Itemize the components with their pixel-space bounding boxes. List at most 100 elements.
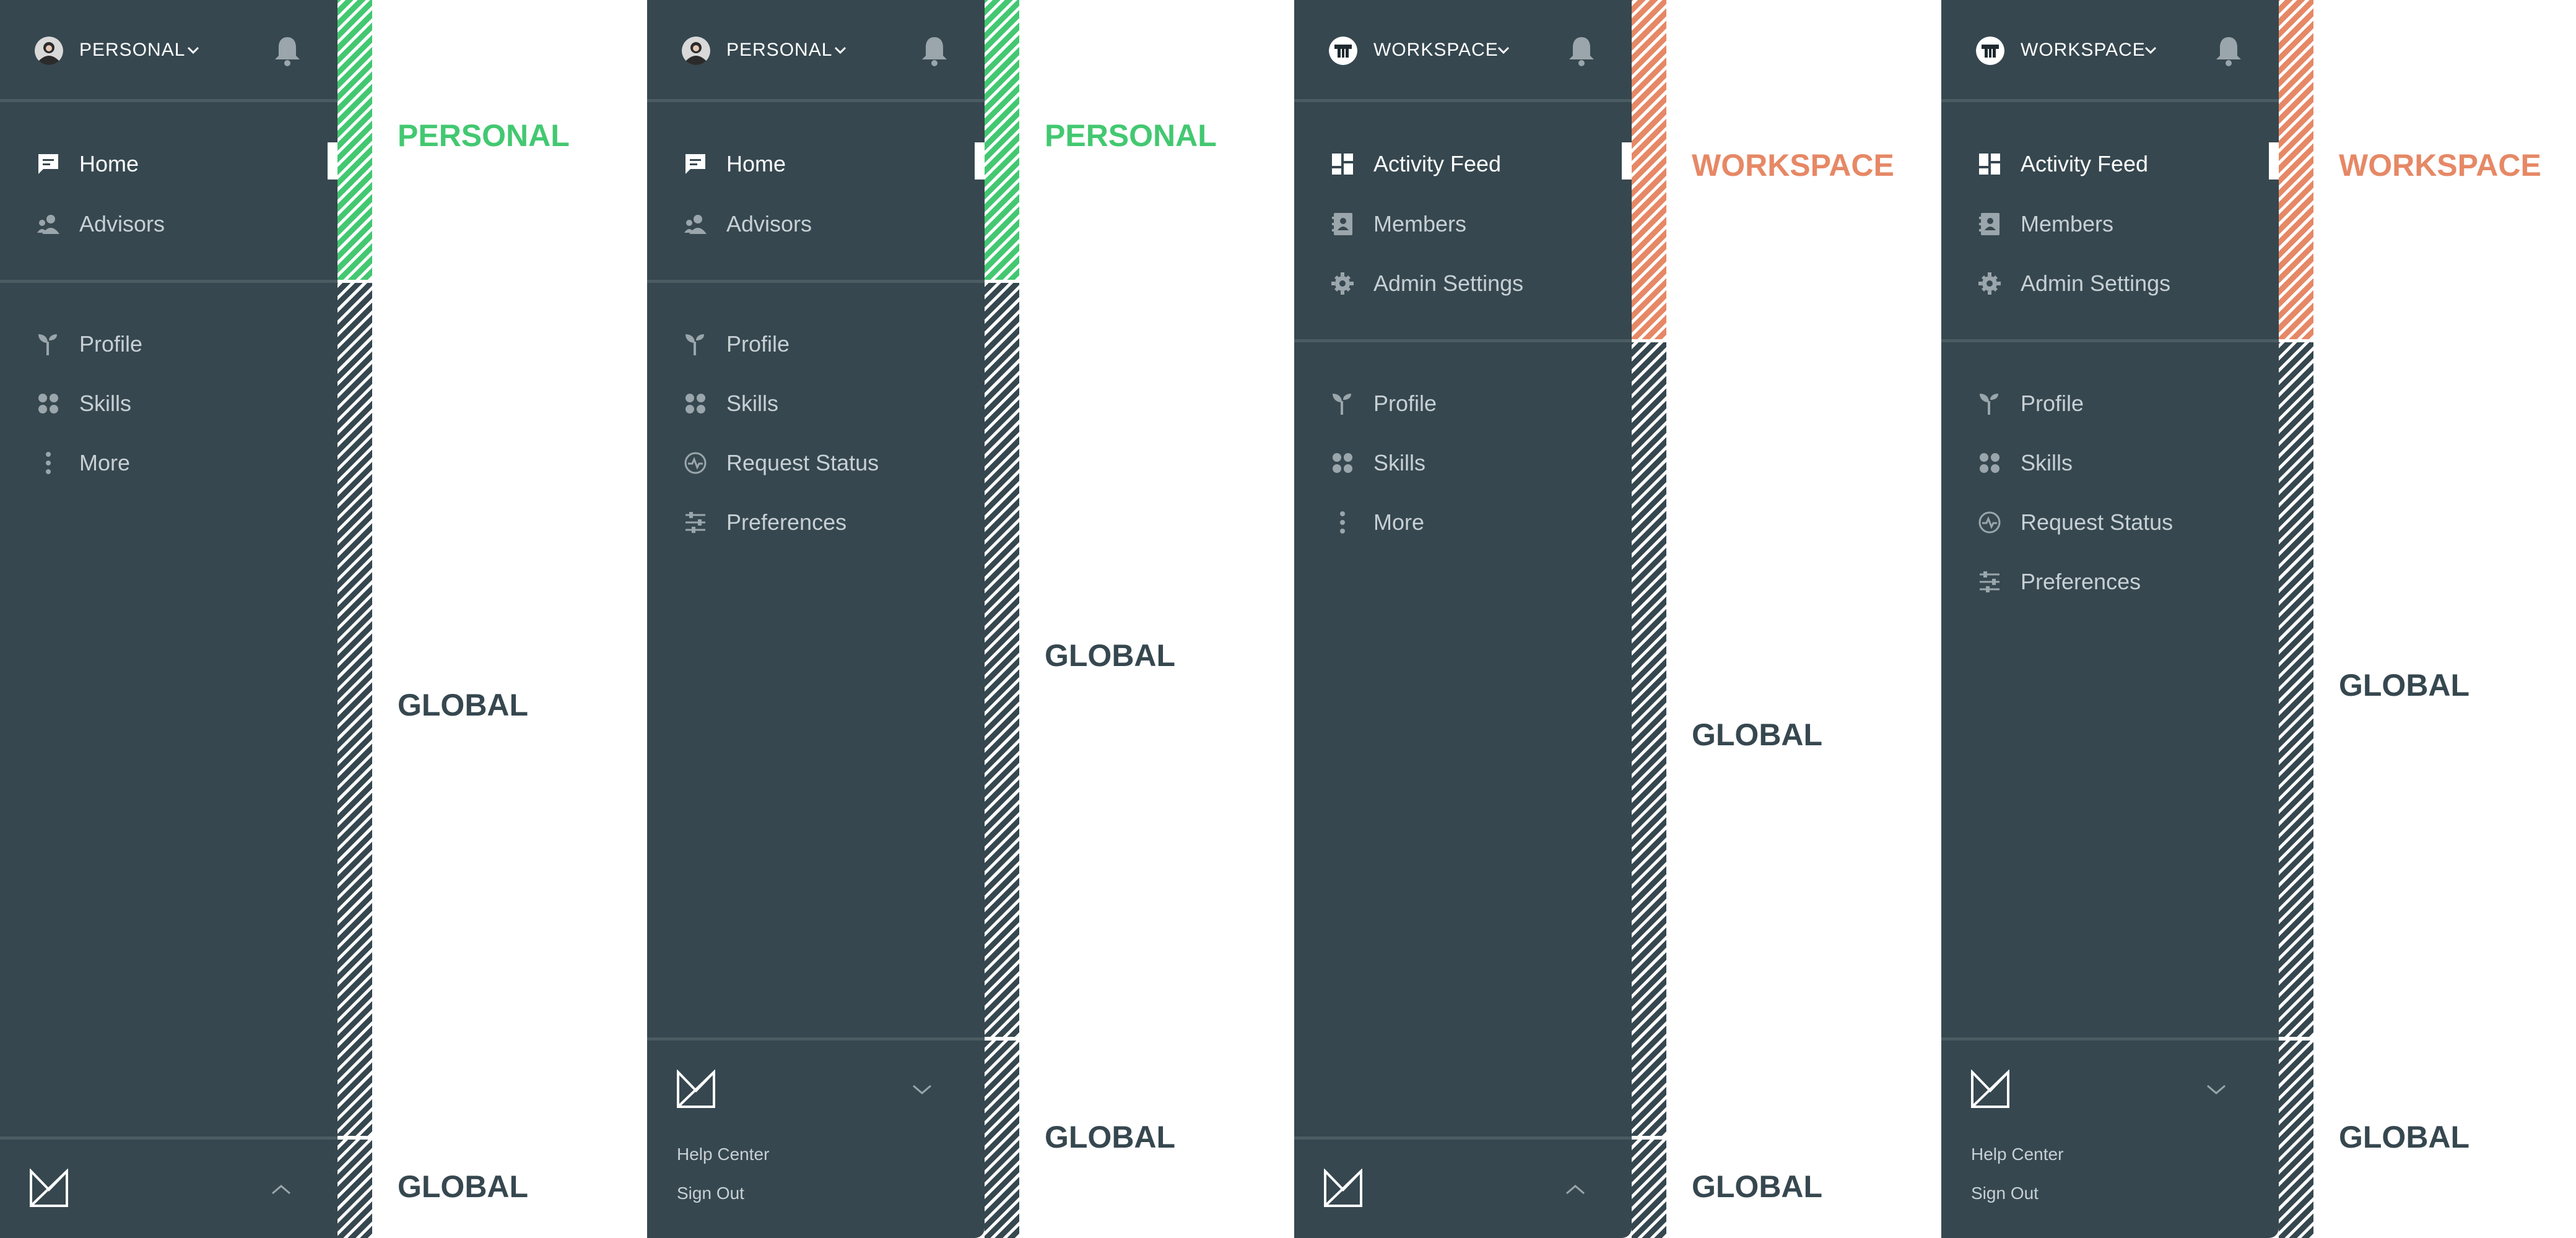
help-center-link[interactable]: Help Center (677, 1142, 769, 1167)
chevron-up-icon[interactable] (1564, 1182, 1586, 1197)
nav-item-skills[interactable]: Skills (1941, 438, 2279, 482)
nav-item-members[interactable]: Members (1941, 199, 2279, 243)
nav-item-admin-settings[interactable]: Admin Settings (1294, 259, 1632, 302)
chevron-up-icon[interactable] (270, 1182, 292, 1197)
context-switcher-label[interactable]: PERSONAL (726, 36, 832, 64)
nav-item-request-status[interactable]: Request Status (647, 438, 985, 482)
grid-icon (1977, 451, 2002, 475)
section-divider (0, 280, 337, 283)
nav-item-advisors[interactable]: Advisors (647, 199, 985, 243)
nav-item-label: Skills (1373, 450, 1426, 475)
context-switcher-label[interactable]: WORKSPACE (2021, 36, 2146, 64)
nav-item-request-status[interactable]: Request Status (1941, 498, 2279, 541)
nav-item-label: Profile (79, 331, 143, 357)
sliders-icon (1977, 569, 2002, 594)
nav-item-label: Request Status (726, 450, 879, 475)
nav-item-profile[interactable]: Profile (0, 319, 337, 363)
nav-item-preferences[interactable]: Preferences (1941, 557, 2279, 600)
active-indicator (328, 142, 337, 180)
panel-personal-expanded: PERSONAL Home Advisors Profile Skills Re… (647, 0, 1294, 1238)
chevron-down-icon[interactable] (1496, 43, 1511, 58)
gear-icon (1977, 271, 2002, 296)
sidebar-header: PERSONAL (647, 0, 985, 102)
footer-divider (1294, 1136, 1632, 1140)
nav-item-home[interactable]: Home (0, 139, 337, 183)
nav-item-profile[interactable]: Profile (647, 319, 985, 363)
nav-item-preferences[interactable]: Preferences (647, 498, 985, 541)
nav-item-profile[interactable]: Profile (1294, 379, 1632, 422)
activity-icon (683, 451, 708, 475)
sidebar-header: WORKSPACE (1941, 0, 2279, 102)
sprout-icon (1330, 391, 1355, 416)
contacts-icon (1330, 212, 1355, 236)
sidebar-header: PERSONAL (0, 0, 337, 102)
brand-logo-icon (1323, 1169, 1364, 1208)
panel-workspace-collapsed: WORKSPACE Activity Feed Members Admin Se… (1294, 0, 1941, 1238)
zone-label-middle: GLOBAL (2339, 668, 2470, 703)
bell-icon[interactable] (272, 35, 302, 67)
people-icon (683, 212, 708, 236)
help-center-link[interactable]: Help Center (1971, 1142, 2063, 1167)
brand-logo-icon (1970, 1070, 2011, 1109)
panel-personal-collapsed: PERSONAL Home Advisors Profile Skills Mo… (0, 0, 647, 1238)
user-avatar[interactable] (35, 37, 63, 65)
personal-zone-stripe (985, 0, 1019, 280)
nav-item-skills[interactable]: Skills (1294, 438, 1632, 482)
nav-item-advisors[interactable]: Advisors (0, 199, 337, 243)
nav-item-skills[interactable]: Skills (647, 379, 985, 422)
nav-item-label: Skills (2021, 450, 2073, 475)
sign-out-link[interactable]: Sign Out (1971, 1181, 2039, 1206)
nav-item-activity-feed[interactable]: Activity Feed (1294, 139, 1632, 183)
zone-label-top: WORKSPACE (1692, 148, 1894, 183)
context-switcher-label[interactable]: PERSONAL (79, 36, 185, 64)
grid-icon (683, 391, 708, 416)
nav-item-home[interactable]: Home (647, 139, 985, 183)
section-divider (647, 280, 985, 283)
workspace-logo-icon[interactable] (1976, 37, 2004, 65)
chevron-down-icon[interactable] (911, 1082, 933, 1097)
chevron-down-icon[interactable] (186, 43, 201, 58)
nav-item-profile[interactable]: Profile (1941, 379, 2279, 422)
chat-icon (36, 152, 61, 176)
nav-item-label: Preferences (2021, 569, 2141, 594)
nav-item-label: Advisors (79, 211, 165, 236)
global-zone-stripe (1632, 342, 1666, 1136)
nav-item-label: More (79, 450, 131, 475)
zone-label-middle: GLOBAL (1692, 717, 1823, 752)
chevron-down-icon[interactable] (2205, 1082, 2227, 1097)
global-zone-stripe (2279, 342, 2313, 1037)
panel-workspace-expanded: WORKSPACE Activity Feed Members Admin Se… (1941, 0, 2576, 1238)
workspace-logo-icon[interactable] (1329, 37, 1357, 65)
nav-item-label: Preferences (726, 509, 847, 535)
nav-item-admin-settings[interactable]: Admin Settings (1941, 259, 2279, 302)
zone-label-top: PERSONAL (1045, 118, 1217, 153)
nav-item-activity-feed[interactable]: Activity Feed (1941, 139, 2279, 183)
user-avatar[interactable] (682, 37, 710, 65)
sidebar-header: WORKSPACE (1294, 0, 1632, 102)
nav-item-label: Profile (1373, 391, 1437, 416)
chevron-down-icon[interactable] (833, 43, 848, 58)
bell-icon[interactable] (920, 35, 949, 67)
nav-item-label: Members (1373, 211, 1467, 236)
footer-zone-stripe (337, 1140, 372, 1238)
context-switcher-label[interactable]: WORKSPACE (1373, 36, 1499, 64)
active-indicator (1622, 142, 1632, 180)
nav-item-more[interactable]: More (1294, 498, 1632, 541)
nav-item-label: Admin Settings (2021, 271, 2171, 296)
bell-icon[interactable] (1567, 35, 1596, 67)
sidebar: WORKSPACE Activity Feed Members Admin Se… (1294, 0, 1632, 1238)
brand-logo-icon (28, 1169, 69, 1208)
sign-out-link[interactable]: Sign Out (677, 1181, 744, 1206)
sidebar: PERSONAL Home Advisors Profile Skills Re… (647, 0, 985, 1238)
nav-item-members[interactable]: Members (1294, 199, 1632, 243)
nav-item-skills[interactable]: Skills (0, 379, 337, 422)
more-vertical-icon (1330, 510, 1355, 535)
nav-item-more[interactable]: More (0, 438, 337, 482)
section-divider (1294, 339, 1632, 342)
chevron-down-icon[interactable] (2143, 43, 2158, 58)
sidebar: PERSONAL Home Advisors Profile Skills Mo… (0, 0, 337, 1238)
personal-zone-stripe (337, 0, 372, 280)
nav-item-label: Home (79, 151, 139, 176)
bell-icon[interactable] (2214, 35, 2243, 67)
active-indicator (2269, 142, 2279, 180)
